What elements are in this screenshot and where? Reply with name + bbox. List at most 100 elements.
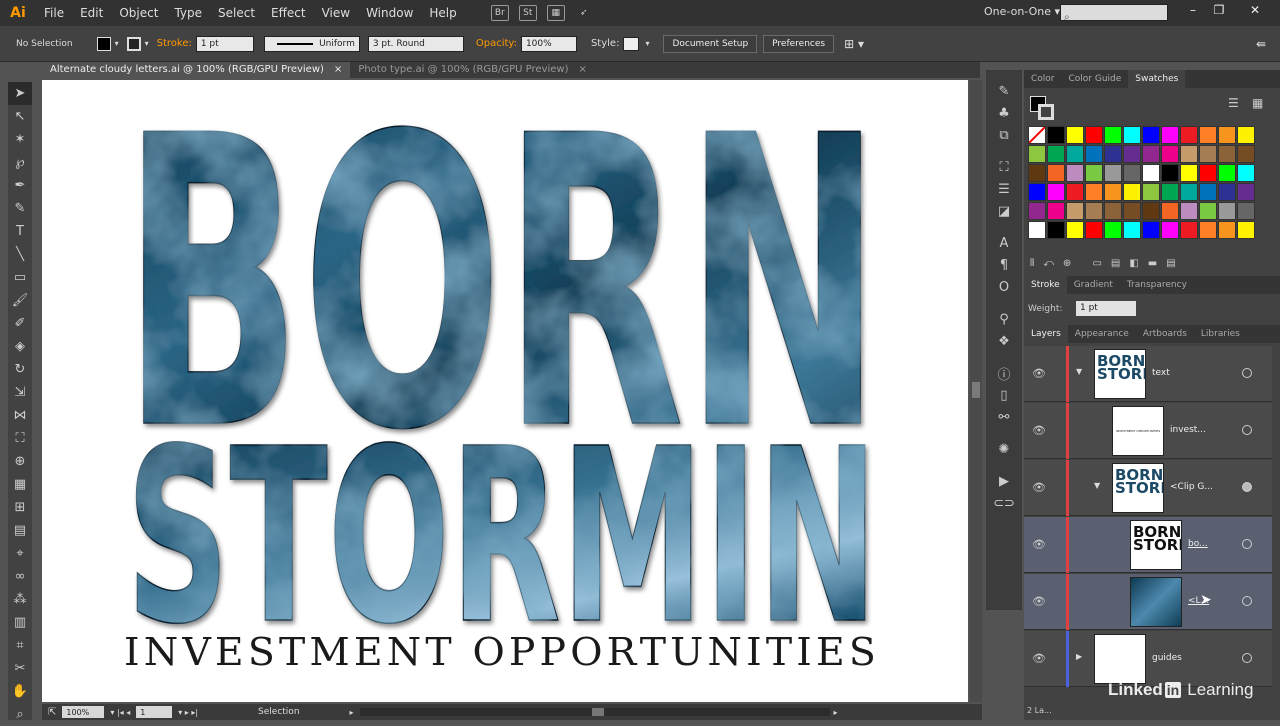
- variable-width-profile[interactable]: Uniform: [263, 35, 360, 52]
- visibility-eye-icon[interactable]: 👁: [1032, 424, 1046, 437]
- menu-effect[interactable]: Effect: [263, 0, 314, 26]
- document-info-icon[interactable]: ▯: [986, 384, 1022, 406]
- bridge-icon[interactable]: Br: [490, 5, 509, 21]
- hand-tool-icon[interactable]: ✋: [8, 680, 32, 703]
- layer-row-linked-image[interactable]: 👁 <L... ➤: [1024, 574, 1272, 630]
- expand-arrow-icon[interactable]: ▶: [1076, 652, 1082, 661]
- align-icon[interactable]: ☰: [986, 178, 1022, 200]
- info-icon[interactable]: ⓘ: [986, 362, 1022, 384]
- zoom-dropdown-icon[interactable]: ▾ |◂ ◂: [110, 708, 130, 717]
- expand-arrow-icon[interactable]: ▼: [1094, 481, 1100, 490]
- graphic-styles-icon[interactable]: ⚲: [986, 308, 1022, 330]
- menu-type[interactable]: Type: [166, 0, 210, 26]
- layer-name[interactable]: <Clip G...: [1170, 482, 1213, 492]
- color-swatch[interactable]: [1123, 126, 1141, 144]
- menu-window[interactable]: Window: [358, 0, 421, 26]
- graph-tool-icon[interactable]: ▥: [8, 611, 32, 634]
- swatches-icon[interactable]: ⧉: [986, 124, 1022, 146]
- color-swatch[interactable]: [1180, 126, 1198, 144]
- free-transform-tool-icon[interactable]: ⛶: [8, 427, 32, 450]
- pathfinder-icon[interactable]: ◪: [986, 200, 1022, 222]
- color-swatch[interactable]: [1142, 221, 1160, 239]
- color-swatch[interactable]: [1161, 202, 1179, 220]
- stroke-indicator[interactable]: [1038, 104, 1054, 120]
- style-dropdown-icon[interactable]: ▾: [645, 39, 649, 48]
- artboard-number-field[interactable]: 1: [136, 706, 173, 718]
- fill-swatch[interactable]: [96, 36, 111, 51]
- expand-arrow-icon[interactable]: ▼: [1076, 367, 1082, 376]
- arrange-documents-icon[interactable]: ▦: [546, 5, 565, 21]
- gpu-performance-icon[interactable]: ➶: [575, 5, 593, 21]
- color-swatch[interactable]: [1199, 126, 1217, 144]
- slice-tool-icon[interactable]: ✂: [8, 657, 32, 680]
- color-swatch[interactable]: [1237, 145, 1255, 163]
- color-swatch[interactable]: [1218, 145, 1236, 163]
- color-swatch[interactable]: [1085, 145, 1103, 163]
- color-swatch[interactable]: [1066, 183, 1084, 201]
- menu-select[interactable]: Select: [210, 0, 263, 26]
- horizontal-scrollbar[interactable]: [359, 708, 830, 716]
- tagline-text[interactable]: INVESTMENT OPPORTUNITIES: [124, 630, 880, 674]
- color-swatch[interactable]: [1123, 183, 1141, 201]
- color-swatch[interactable]: [1085, 183, 1103, 201]
- color-swatch[interactable]: [1161, 145, 1179, 163]
- scroll-thumb[interactable]: [972, 382, 980, 398]
- color-swatch[interactable]: [1142, 145, 1160, 163]
- color-swatch[interactable]: [1104, 126, 1122, 144]
- graphic-style-swatch[interactable]: [623, 36, 640, 51]
- navigator-icon[interactable]: ⊂⊃: [986, 492, 1022, 514]
- color-swatch[interactable]: [1085, 221, 1103, 239]
- tab-photo-type[interactable]: Photo type.ai @ 100% (RGB/GPU Preview) ×: [350, 62, 595, 78]
- target-circle-icon[interactable]: [1242, 482, 1252, 492]
- color-swatch[interactable]: [1028, 145, 1046, 163]
- color-swatch[interactable]: [1142, 126, 1160, 144]
- layer-row-clip-group[interactable]: 👁 ▼ BORN STORMIN <Clip G...: [1024, 460, 1272, 516]
- tab-color-guide[interactable]: Color Guide: [1062, 70, 1129, 88]
- color-swatch[interactable]: [1104, 183, 1122, 201]
- color-swatch[interactable]: [1028, 202, 1046, 220]
- color-swatch[interactable]: [1199, 164, 1217, 182]
- color-swatch[interactable]: [1218, 164, 1236, 182]
- color-swatch[interactable]: [1104, 164, 1122, 182]
- color-swatch[interactable]: [1161, 221, 1179, 239]
- minimize-icon[interactable]: –: [1184, 3, 1202, 21]
- color-swatch[interactable]: [1066, 202, 1084, 220]
- selection-tool-icon[interactable]: ➤: [8, 82, 32, 105]
- visibility-eye-icon[interactable]: 👁: [1032, 367, 1046, 380]
- color-swatch[interactable]: [1237, 126, 1255, 144]
- tab-stroke[interactable]: Stroke: [1024, 276, 1067, 294]
- rotate-tool-icon[interactable]: ↻: [8, 358, 32, 381]
- color-swatch[interactable]: [1218, 126, 1236, 144]
- color-swatch[interactable]: [1066, 145, 1084, 163]
- symbols-icon[interactable]: ❖: [986, 330, 1022, 352]
- zoom-field[interactable]: 100%: [62, 706, 105, 718]
- color-swatch[interactable]: [1047, 145, 1065, 163]
- color-swatch[interactable]: [1237, 164, 1255, 182]
- color-swatch[interactable]: [1028, 221, 1046, 239]
- magic-wand-tool-icon[interactable]: ✶: [8, 128, 32, 151]
- layer-name[interactable]: bo...: [1188, 539, 1208, 549]
- color-swatch[interactable]: [1161, 183, 1179, 201]
- color-swatch[interactable]: [1028, 126, 1046, 144]
- transform-icon[interactable]: ⛶: [986, 156, 1022, 178]
- stroke-dropdown-icon[interactable]: ▾: [145, 39, 149, 48]
- opentype-icon[interactable]: O: [986, 276, 1022, 298]
- layer-name[interactable]: text: [1152, 368, 1170, 378]
- color-swatch[interactable]: [1047, 221, 1065, 239]
- tab-alternate-cloudy-letters[interactable]: Alternate cloudy letters.ai @ 100% (RGB/…: [42, 62, 351, 78]
- color-swatch[interactable]: [1085, 164, 1103, 182]
- tab-color[interactable]: Color: [1024, 70, 1062, 88]
- color-swatch[interactable]: [1180, 145, 1198, 163]
- document-setup-button[interactable]: Document Setup: [663, 34, 758, 53]
- paintbrush-tool-icon[interactable]: 🖌: [8, 289, 32, 312]
- layer-name[interactable]: invest...: [1170, 425, 1206, 435]
- color-swatch[interactable]: [1142, 202, 1160, 220]
- image-trace-icon[interactable]: ✺: [986, 438, 1022, 460]
- color-swatch[interactable]: [1047, 126, 1065, 144]
- color-swatch[interactable]: [1180, 183, 1198, 201]
- color-swatch[interactable]: [1123, 145, 1141, 163]
- tab-swatches[interactable]: Swatches: [1128, 70, 1186, 88]
- color-swatch[interactable]: [1028, 183, 1046, 201]
- scale-tool-icon[interactable]: ⇲: [8, 381, 32, 404]
- color-swatch[interactable]: [1199, 183, 1217, 201]
